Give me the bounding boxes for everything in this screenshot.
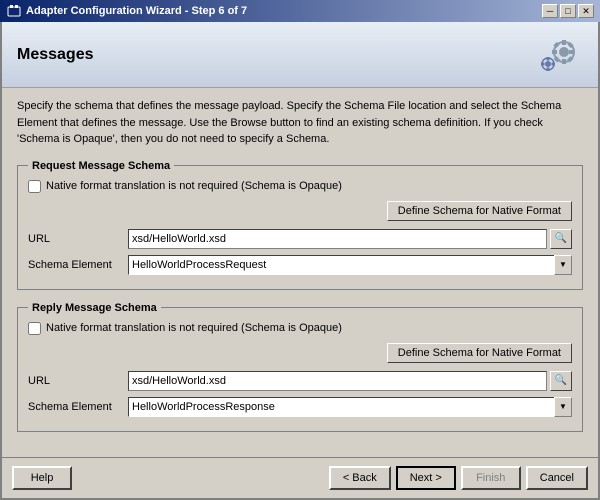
reply-url-row: URL 🔍 bbox=[28, 371, 572, 391]
description-text: Specify the schema that defines the mess… bbox=[17, 98, 583, 148]
reply-schema-legend: Reply Message Schema bbox=[28, 302, 161, 314]
reply-url-input[interactable] bbox=[128, 371, 547, 391]
footer-left: Help bbox=[12, 466, 72, 490]
reply-opaque-checkbox[interactable] bbox=[28, 322, 41, 335]
request-schema-fieldset: Request Message Schema Native format tra… bbox=[17, 160, 583, 290]
reply-url-input-wrap: 🔍 bbox=[128, 371, 572, 391]
request-define-btn-row: Define Schema for Native Format bbox=[28, 201, 572, 221]
request-opaque-label: Native format translation is not require… bbox=[46, 180, 342, 192]
next-button[interactable]: Next > bbox=[396, 466, 456, 490]
reply-url-label: URL bbox=[28, 375, 128, 387]
request-define-schema-button[interactable]: Define Schema for Native Format bbox=[387, 201, 572, 221]
gear-icon bbox=[523, 32, 583, 77]
request-opaque-checkbox[interactable] bbox=[28, 180, 41, 193]
reply-define-btn-row: Define Schema for Native Format bbox=[28, 343, 572, 363]
help-button[interactable]: Help bbox=[12, 466, 72, 490]
request-schema-element-label: Schema Element bbox=[28, 259, 128, 271]
reply-schema-element-select[interactable]: HelloWorldProcessResponse bbox=[128, 397, 572, 417]
reply-opaque-row: Native format translation is not require… bbox=[28, 322, 572, 335]
footer-right: < Back Next > Finish Cancel bbox=[329, 466, 588, 490]
back-button[interactable]: < Back bbox=[329, 466, 391, 490]
reply-opaque-label: Native format translation is not require… bbox=[46, 322, 342, 334]
maximize-button[interactable]: □ bbox=[560, 4, 576, 18]
finish-button[interactable]: Finish bbox=[461, 466, 521, 490]
wizard-title: Messages bbox=[17, 46, 94, 64]
reply-schema-element-row: Schema Element HelloWorldProcessResponse… bbox=[28, 397, 572, 417]
wizard-header: Messages bbox=[2, 22, 598, 88]
wizard-icon bbox=[6, 3, 22, 19]
window-controls: ─ □ ✕ bbox=[542, 4, 594, 18]
title-bar-text: Adapter Configuration Wizard - Step 6 of… bbox=[26, 5, 247, 17]
request-url-label: URL bbox=[28, 233, 128, 245]
wizard-window: Messages bbox=[0, 22, 600, 500]
minimize-button[interactable]: ─ bbox=[542, 4, 558, 18]
close-button[interactable]: ✕ bbox=[578, 4, 594, 18]
request-schema-element-row: Schema Element HelloWorldProcessRequest … bbox=[28, 255, 572, 275]
request-schema-element-arrow[interactable]: ▼ bbox=[554, 255, 572, 275]
request-url-row: URL 🔍 bbox=[28, 229, 572, 249]
request-opaque-row: Native format translation is not require… bbox=[28, 180, 572, 193]
request-url-input[interactable] bbox=[128, 229, 547, 249]
wizard-footer: Help < Back Next > Finish Cancel bbox=[2, 457, 598, 498]
title-bar: Adapter Configuration Wizard - Step 6 of… bbox=[0, 0, 600, 22]
cancel-button[interactable]: Cancel bbox=[526, 466, 588, 490]
reply-schema-fieldset: Reply Message Schema Native format trans… bbox=[17, 302, 583, 432]
reply-schema-element-arrow[interactable]: ▼ bbox=[554, 397, 572, 417]
reply-schema-element-label: Schema Element bbox=[28, 401, 128, 413]
wizard-content: Specify the schema that defines the mess… bbox=[2, 88, 598, 457]
request-schema-legend: Request Message Schema bbox=[28, 160, 174, 172]
reply-schema-element-dropdown-container: HelloWorldProcessResponse ▼ bbox=[128, 397, 572, 417]
request-schema-element-dropdown-container: HelloWorldProcessRequest ▼ bbox=[128, 255, 572, 275]
request-url-browse-button[interactable]: 🔍 bbox=[550, 229, 572, 249]
request-url-input-wrap: 🔍 bbox=[128, 229, 572, 249]
request-browse-icon: 🔍 bbox=[555, 233, 567, 244]
reply-define-schema-button[interactable]: Define Schema for Native Format bbox=[387, 343, 572, 363]
reply-url-browse-button[interactable]: 🔍 bbox=[550, 371, 572, 391]
reply-browse-icon: 🔍 bbox=[555, 375, 567, 386]
request-schema-element-select[interactable]: HelloWorldProcessRequest bbox=[128, 255, 572, 275]
